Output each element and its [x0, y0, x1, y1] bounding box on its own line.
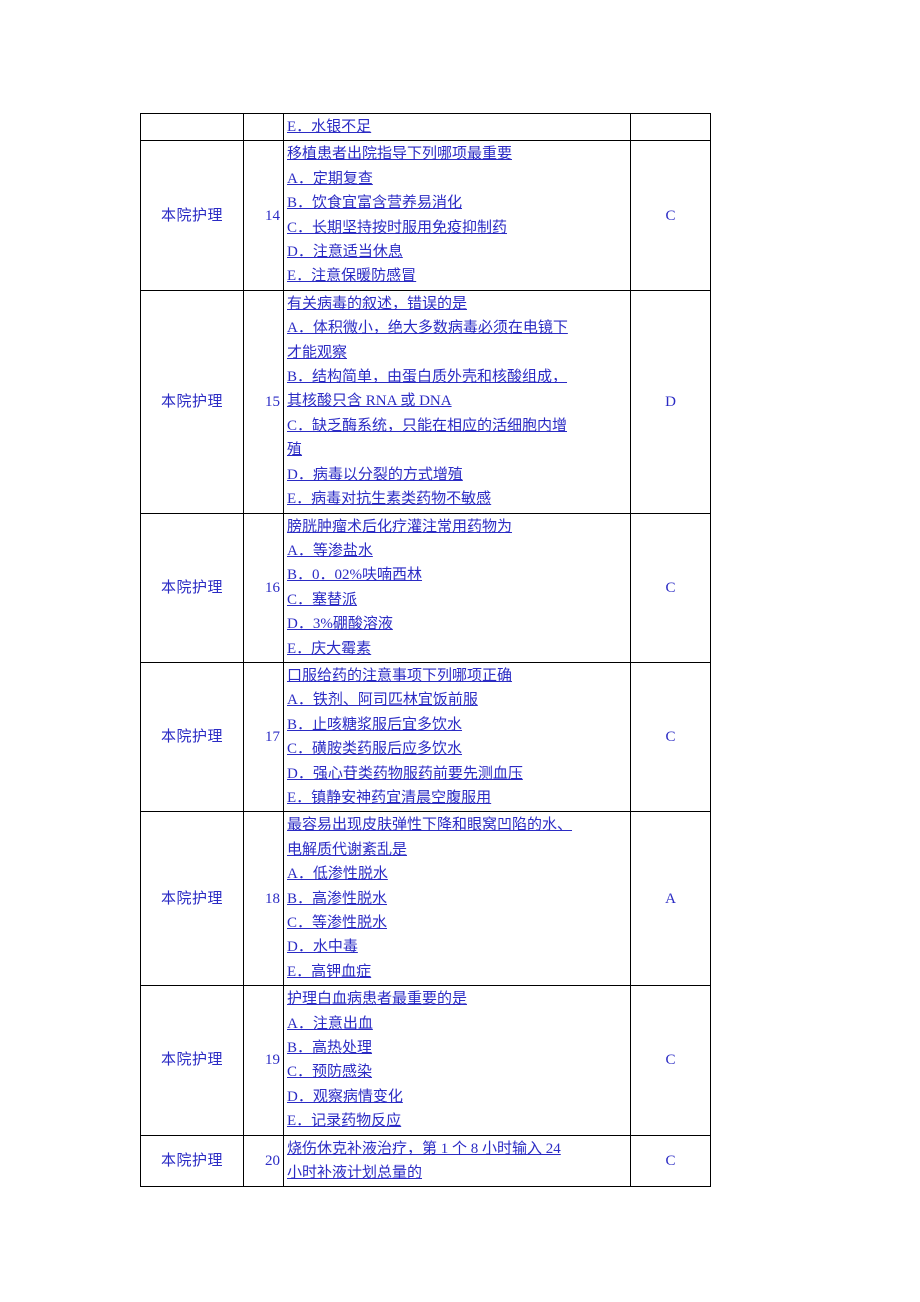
question-option-line[interactable]: D．注意适当休息 [287, 240, 628, 264]
question-option-line[interactable]: D．观察病情变化 [287, 1085, 628, 1109]
answer-cell [630, 112, 711, 142]
question-option-line[interactable]: 其核酸只含 RNA 或 DNA [287, 389, 628, 413]
question-content-cell: 最容易出现皮肤弹性下降和眼窝凹陷的水、 电解质代谢紊乱是 A．低渗性脱水 B．高渗性… [283, 811, 631, 987]
department-cell: 本院护理 [140, 811, 244, 987]
answer-cell: D [630, 289, 711, 514]
question-option-line[interactable]: A．等渗盐水 [287, 539, 628, 563]
question-option-line[interactable]: E．镇静安神药宜清晨空腹服用 [287, 786, 628, 810]
question-content-cell: E．水银不足 [283, 112, 631, 142]
answer-cell: A [630, 811, 711, 987]
table-row: E．水银不足 [140, 112, 711, 142]
question-option-line[interactable]: A．低渗性脱水 [287, 862, 628, 886]
exam-question-table-body: E．水银不足 本院护理 14 移植患者出院指导下列哪项最重要 A．定期复查 B．饮食… [140, 112, 711, 1188]
question-option-line[interactable]: B．高热处理 [287, 1036, 628, 1060]
question-option-line[interactable]: C．缺乏酶系统，只能在相应的活细胞内增 [287, 414, 628, 438]
question-number-cell: 18 [243, 811, 284, 987]
question-option-line[interactable]: C．塞替派 [287, 588, 628, 612]
department-cell [140, 112, 244, 142]
question-option-line[interactable]: 电解质代谢紊乱是 [287, 838, 628, 862]
answer-cell: C [630, 1134, 711, 1188]
table-row: 本院护理 17 口服给药的注意事项下列哪项正确 A．铁剂、阿司匹林宜饭前服 B．止咳… [140, 661, 711, 813]
question-option-line[interactable]: B．高渗性脱水 [287, 887, 628, 911]
question-number-cell [243, 112, 284, 142]
question-option-line[interactable]: C．等渗性脱水 [287, 911, 628, 935]
question-content-cell: 膀胱肿瘤术后化疗灌注常用药物为 A．等渗盐水 B．0．02%呋喃西林 C．塞替派… [283, 512, 631, 663]
question-option-line[interactable]: B．0．02%呋喃西林 [287, 563, 628, 587]
question-option-line[interactable]: 殖 [287, 438, 628, 462]
question-option-line[interactable]: D．强心苷类药物服药前要先测血压 [287, 762, 628, 786]
question-option-line[interactable]: C．磺胺类药服后应多饮水 [287, 737, 628, 761]
answer-cell: C [630, 661, 711, 813]
question-option-line[interactable]: B．止咳糖浆服后宜多饮水 [287, 713, 628, 737]
question-stem-line[interactable]: 有关病毒的叙述，错误的是 [287, 292, 628, 316]
exam-question-table: E．水银不足 本院护理 14 移植患者出院指导下列哪项最重要 A．定期复查 B．饮食… [140, 112, 711, 1188]
question-number-cell: 20 [243, 1134, 284, 1188]
question-number-cell: 17 [243, 661, 284, 813]
question-option-line[interactable]: E．庆大霉素 [287, 637, 628, 661]
question-content-cell: 护理白血病患者最重要的是 A．注意出血 B．高热处理 C．预防感染 D．观察病情变化… [283, 985, 631, 1136]
question-option-line[interactable]: C．长期坚持按时服用免疫抑制药 [287, 216, 628, 240]
question-option-line[interactable]: E．注意保暖防感冒 [287, 264, 628, 288]
question-content-cell: 移植患者出院指导下列哪项最重要 A．定期复查 B．饮食宜富含营养易消化 C．长期… [283, 140, 631, 291]
question-stem-line[interactable]: 移植患者出院指导下列哪项最重要 [287, 142, 628, 166]
table-row: 本院护理 20 烧伤休克补液治疗，第 1 个 8 小时输入 24 小时补液计划总量的 C [140, 1134, 711, 1188]
table-row: 本院护理 18 最容易出现皮肤弹性下降和眼窝凹陷的水、 电解质代谢紊乱是 A．低渗性脱水… [140, 811, 711, 987]
table-row: 本院护理 16 膀胱肿瘤术后化疗灌注常用药物为 A．等渗盐水 B．0．02%呋喃西林… [140, 512, 711, 663]
answer-cell: C [630, 512, 711, 663]
table-row: 本院护理 19 护理白血病患者最重要的是 A．注意出血 B．高热处理 C．预防感染 D．… [140, 985, 711, 1136]
question-stem-line[interactable]: 护理白血病患者最重要的是 [287, 987, 628, 1011]
answer-cell: C [630, 140, 711, 291]
question-option-line[interactable]: B．饮食宜富含营养易消化 [287, 191, 628, 215]
question-option-line[interactable]: A．注意出血 [287, 1012, 628, 1036]
question-option-line[interactable]: A．体积微小，绝大多数病毒必须在电镜下 [287, 316, 628, 340]
department-cell: 本院护理 [140, 661, 244, 813]
document-page: E．水银不足 本院护理 14 移植患者出院指导下列哪项最重要 A．定期复查 B．饮食… [0, 0, 920, 1302]
question-content-cell: 口服给药的注意事项下列哪项正确 A．铁剂、阿司匹林宜饭前服 B．止咳糖浆服后宜多… [283, 661, 631, 813]
question-option-line[interactable]: A．定期复查 [287, 167, 628, 191]
table-row: 本院护理 15 有关病毒的叙述，错误的是 A．体积微小，绝大多数病毒必须在电镜下 才能观… [140, 289, 711, 514]
department-cell: 本院护理 [140, 985, 244, 1136]
question-option-line[interactable]: 小时补液计划总量的 [287, 1161, 628, 1185]
question-option-line[interactable]: D．水中毒 [287, 935, 628, 959]
question-stem-line[interactable]: 口服给药的注意事项下列哪项正确 [287, 664, 628, 688]
question-number-cell: 19 [243, 985, 284, 1136]
question-stem-line[interactable]: 烧伤休克补液治疗，第 1 个 8 小时输入 24 [287, 1137, 628, 1161]
question-option-line[interactable]: D．3%硼酸溶液 [287, 612, 628, 636]
question-stem-line[interactable]: 膀胱肿瘤术后化疗灌注常用药物为 [287, 515, 628, 539]
question-content-cell: 烧伤休克补液治疗，第 1 个 8 小时输入 24 小时补液计划总量的 [283, 1134, 631, 1188]
table-row: 本院护理 14 移植患者出院指导下列哪项最重要 A．定期复查 B．饮食宜富含营养易消… [140, 140, 711, 291]
question-number-cell: 16 [243, 512, 284, 663]
question-option-line[interactable]: C．预防感染 [287, 1060, 628, 1084]
question-stem-line[interactable]: 最容易出现皮肤弹性下降和眼窝凹陷的水、 [287, 813, 628, 837]
department-cell: 本院护理 [140, 1134, 244, 1188]
department-cell: 本院护理 [140, 289, 244, 514]
question-stem-line[interactable]: E．水银不足 [287, 115, 628, 139]
question-option-line[interactable]: 才能观察 [287, 341, 628, 365]
question-option-line[interactable]: E．记录药物反应 [287, 1109, 628, 1133]
question-option-line[interactable]: E．高钾血症 [287, 960, 628, 984]
question-option-line[interactable]: E．病毒对抗生素类药物不敏感 [287, 487, 628, 511]
department-cell: 本院护理 [140, 512, 244, 663]
question-option-line[interactable]: B．结构简单，由蛋白质外壳和核酸组成， [287, 365, 628, 389]
question-number-cell: 15 [243, 289, 284, 514]
question-number-cell: 14 [243, 140, 284, 291]
answer-cell: C [630, 985, 711, 1136]
question-option-line[interactable]: D．病毒以分裂的方式增殖 [287, 463, 628, 487]
question-option-line[interactable]: A．铁剂、阿司匹林宜饭前服 [287, 688, 628, 712]
question-content-cell: 有关病毒的叙述，错误的是 A．体积微小，绝大多数病毒必须在电镜下 才能观察 B．结构… [283, 289, 631, 514]
department-cell: 本院护理 [140, 140, 244, 291]
